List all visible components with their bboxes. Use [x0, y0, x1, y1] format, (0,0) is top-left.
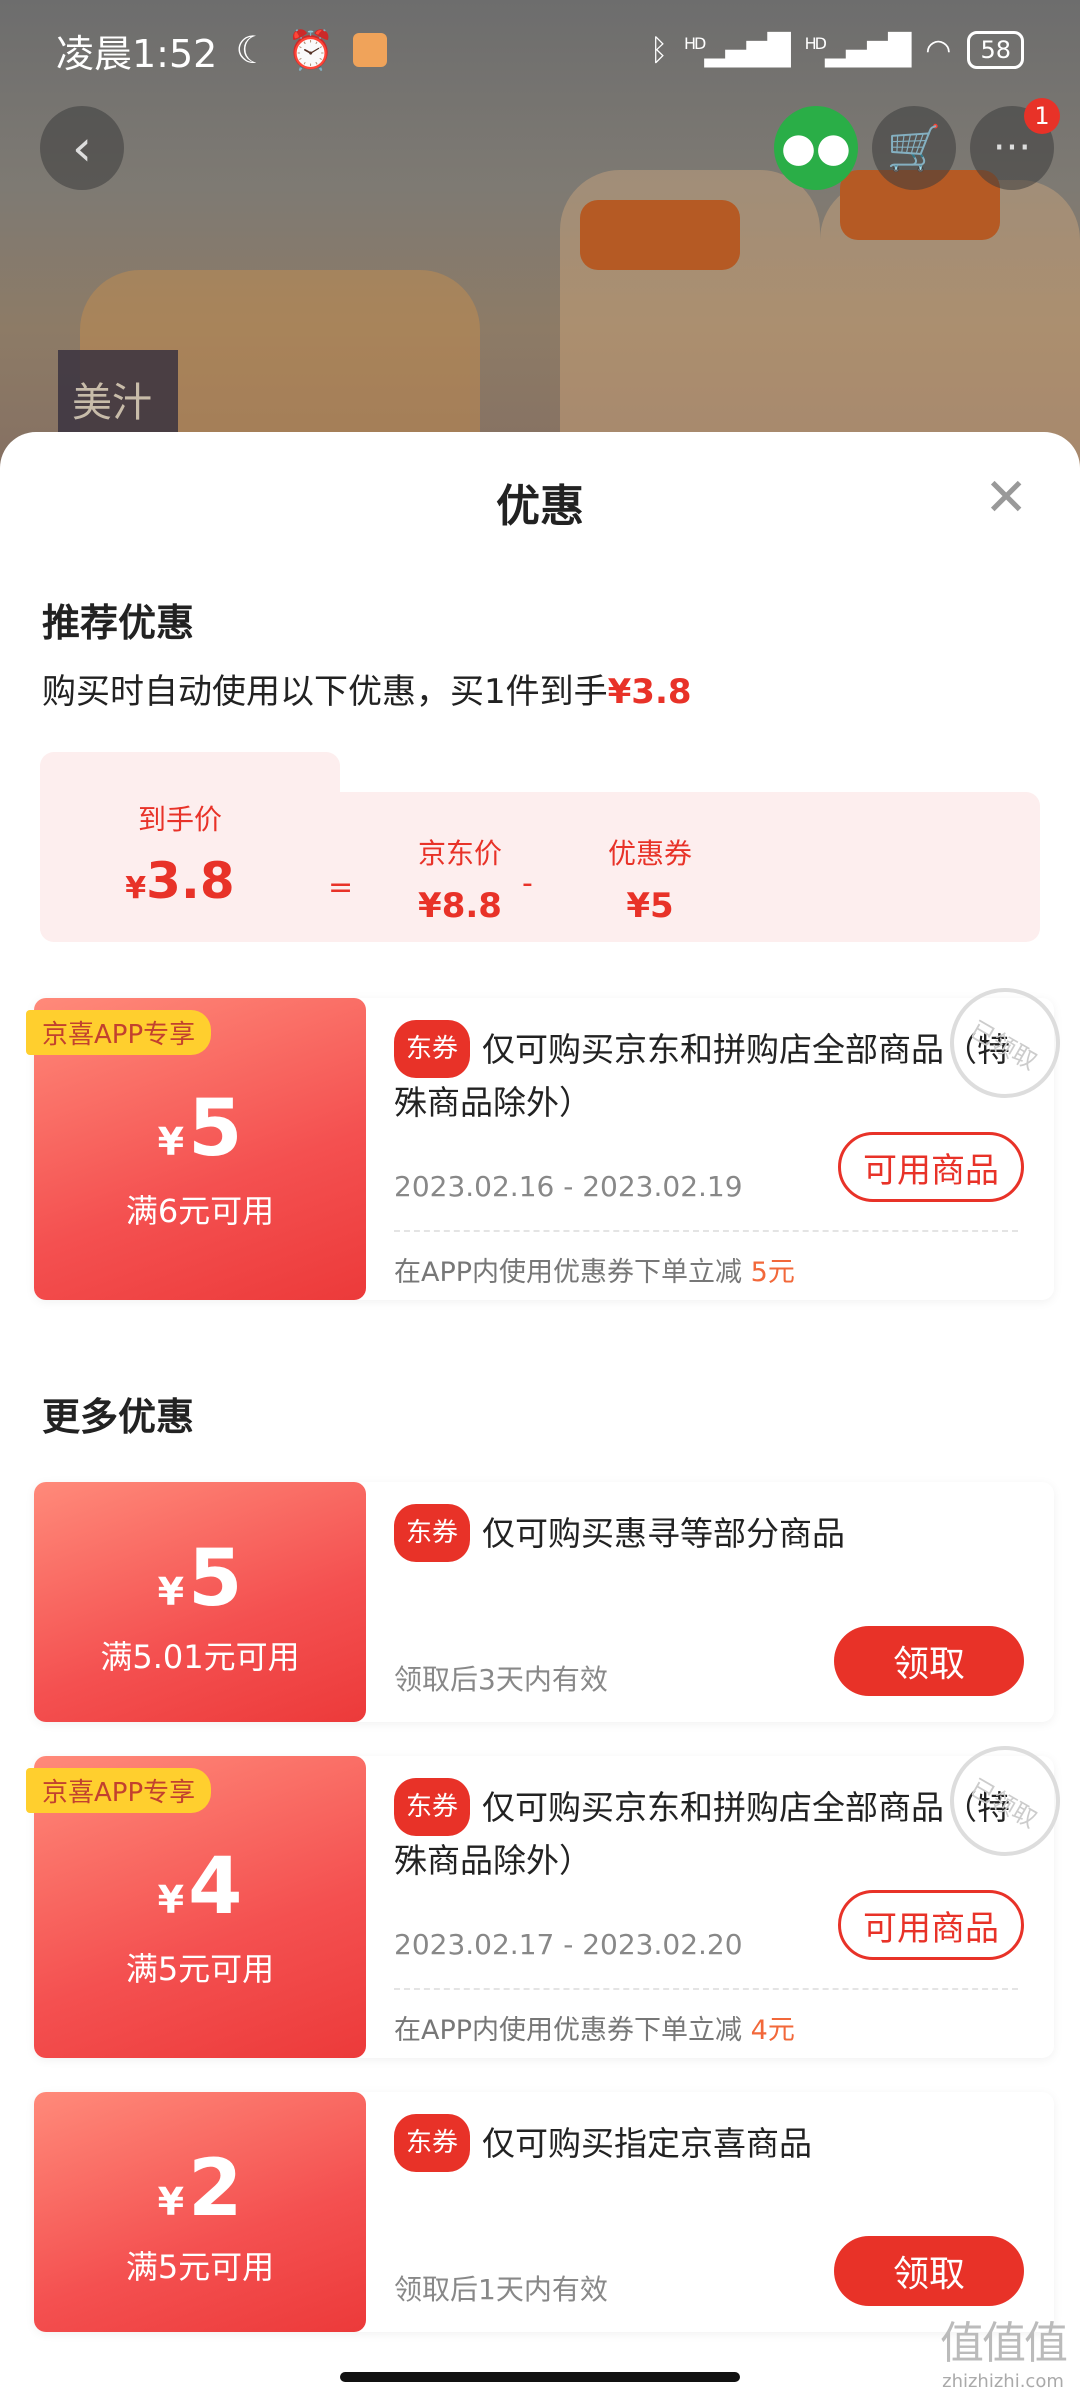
cart-button[interactable]: 🛒 — [872, 106, 956, 190]
close-button[interactable]: ✕ — [984, 468, 1028, 528]
bluetooth-icon: ᛒ — [649, 32, 668, 68]
coupon-description: 东券 仅可购买京东和拼购店全部商品（特殊商品除外） — [394, 1020, 1014, 1128]
status-bar: 凌晨1:52 ☾ ⏰ ᛒ HD▂▄▆█ HD▂▄▆█ ◠ 58 — [0, 0, 1080, 100]
signal-icon-1: HD▂▄▆█ — [683, 32, 791, 68]
coupon-description: 东券 仅可购买京东和拼购店全部商品（特殊商品除外） — [394, 1778, 1014, 1886]
coupon-deduction: 优惠券 ¥5 — [570, 832, 730, 926]
recommend-title: 推荐优惠 — [42, 601, 195, 645]
coupon-amount: ¥5 — [157, 1084, 243, 1174]
coupon-tag: 东券 — [394, 1778, 471, 1836]
coupon-description: 东券 仅可购买指定京喜商品 — [394, 2114, 1014, 2172]
equals-sign: = — [328, 870, 354, 905]
coupon-card: ¥5 满5.01元可用 东券 仅可购买惠寻等部分商品 领取后3天内有效 领取 — [34, 1482, 1054, 1722]
final-price: 到手价 ¥3.8 — [80, 798, 280, 910]
watermark-logo: 值值值 — [940, 2318, 1068, 2369]
home-indicator[interactable] — [340, 2372, 740, 2382]
alarm-icon: ⏰ — [287, 27, 335, 72]
coupon-tag: 东券 — [394, 2114, 471, 2172]
back-arrow-icon: ‹ — [72, 119, 92, 177]
price-calculation: 到手价 ¥3.8 = 京东价 ¥8.8 - 优惠券 ¥5 — [40, 752, 1040, 942]
coupon-condition: 满5元可用 — [125, 1950, 275, 1988]
coupon-validity: 领取后1天内有效 — [394, 2273, 608, 2306]
coupon-description: 东券 仅可购买惠寻等部分商品 — [394, 1504, 1014, 1562]
wechat-share-button[interactable]: ●● — [774, 106, 858, 190]
discount-sheet: 优惠 ✕ 推荐优惠 购买时自动使用以下优惠，买1件到手¥3.8 到手价 ¥3.8… — [0, 432, 1080, 2400]
coupon-amount: ¥5 — [157, 1534, 243, 1624]
app-notification-icon — [352, 33, 387, 67]
more-icon: ··· — [992, 125, 1032, 171]
coupon-tag: 东券 — [394, 1504, 471, 1562]
signal-icon-2: HD▂▄▆█ — [804, 32, 912, 68]
coupon-tag: 东券 — [394, 1020, 471, 1078]
coupon-info: 东券 仅可购买京东和拼购店全部商品（特殊商品除外） 2023.02.16 - 20… — [394, 967, 1080, 1300]
wifi-icon: ◠ — [925, 32, 952, 68]
coupon-date: 2023.02.16 - 2023.02.19 — [394, 1170, 743, 1203]
claim-button[interactable]: 领取 — [834, 1626, 1024, 1696]
coupon-condition: 满5.01元可用 — [100, 1638, 300, 1676]
coupon-amount: ¥4 — [157, 1842, 243, 1932]
coupon-note: 在APP内使用优惠券下单立减 5元 — [394, 1257, 795, 1288]
bottle-cap — [580, 200, 740, 270]
sheet-title: 优惠 — [496, 481, 584, 532]
coupon-value-panel: ¥2 满5元可用 — [34, 2092, 366, 2332]
coupon-amount: ¥2 — [157, 2144, 243, 2234]
moon-icon: ☾ — [235, 28, 270, 72]
coupon-date: 2023.02.17 - 2023.02.20 — [394, 1928, 743, 1961]
view-products-button[interactable]: 可用商品 — [838, 1132, 1024, 1202]
coupon-info: 东券 仅可购买京东和拼购店全部商品（特殊商品除外） 2023.02.17 - 20… — [394, 1725, 1080, 2058]
coupon-deduction-label: 优惠券 — [607, 837, 692, 870]
divider — [394, 1988, 1018, 1990]
cart-icon: 🛒 — [886, 123, 942, 174]
claim-button[interactable]: 领取 — [834, 2236, 1024, 2306]
coupon-info: 东券 仅可购买指定京喜商品 领取后1天内有效 领取 — [394, 2092, 1054, 2332]
jd-price-value: ¥8.8 — [418, 886, 502, 926]
recommend-desc-price: ¥3.8 — [607, 672, 692, 712]
watermark: 值值值 zhizhizhi.com — [940, 2307, 1068, 2392]
coupon-card: ¥4 满5元可用 京喜APP专享 东券 仅可购买京东和拼购店全部商品（特殊商品除外… — [26, 1725, 1080, 2058]
coupon-value-panel: ¥5 满5.01元可用 — [34, 1482, 366, 1722]
more-button[interactable]: ··· 1 — [970, 98, 1060, 190]
recommend-description: 购买时自动使用以下优惠，买1件到手¥3.8 — [42, 664, 692, 713]
more-offers-title: 更多优惠 — [42, 1395, 195, 1439]
divider — [394, 1230, 1018, 1232]
coupon-card: ¥2 满5元可用 东券 仅可购买指定京喜商品 领取后1天内有效 领取 — [34, 2092, 1054, 2332]
back-button[interactable]: ‹ — [40, 106, 124, 190]
final-price-label: 到手价 — [137, 803, 222, 836]
jd-price: 京东价 ¥8.8 — [380, 832, 540, 926]
exclusive-badge: 京喜APP专享 — [26, 1768, 212, 1813]
final-price-value: ¥3.8 — [125, 852, 235, 910]
watermark-url: zhizhizhi.com — [942, 2371, 1064, 2392]
close-icon: ✕ — [984, 468, 1028, 528]
exclusive-badge: 京喜APP专享 — [26, 1010, 212, 1055]
jd-price-label: 京东价 — [417, 837, 502, 870]
coupon-condition: 满5元可用 — [125, 2248, 275, 2286]
coupon-note: 在APP内使用优惠券下单立减 4元 — [394, 2015, 795, 2046]
coupon-validity: 领取后3天内有效 — [394, 1663, 608, 1696]
battery-indicator: 58 — [967, 31, 1024, 69]
notification-badge: 1 — [1024, 98, 1060, 134]
minus-sign: - — [522, 866, 533, 901]
coupon-info: 东券 仅可购买惠寻等部分商品 领取后3天内有效 领取 — [394, 1482, 1054, 1722]
status-time: 凌晨1:52 — [56, 31, 218, 76]
coupon-condition: 满6元可用 — [125, 1192, 275, 1230]
recommend-desc-text: 购买时自动使用以下优惠，买1件到手 — [42, 672, 608, 712]
coupon-deduction-value: ¥5 — [626, 886, 674, 926]
coupon-card: ¥5 满6元可用 京喜APP专享 东券 仅可购买京东和拼购店全部商品（特殊商品除外… — [26, 967, 1080, 1300]
wechat-icon: ●● — [781, 125, 851, 171]
view-products-button[interactable]: 可用商品 — [838, 1890, 1024, 1960]
